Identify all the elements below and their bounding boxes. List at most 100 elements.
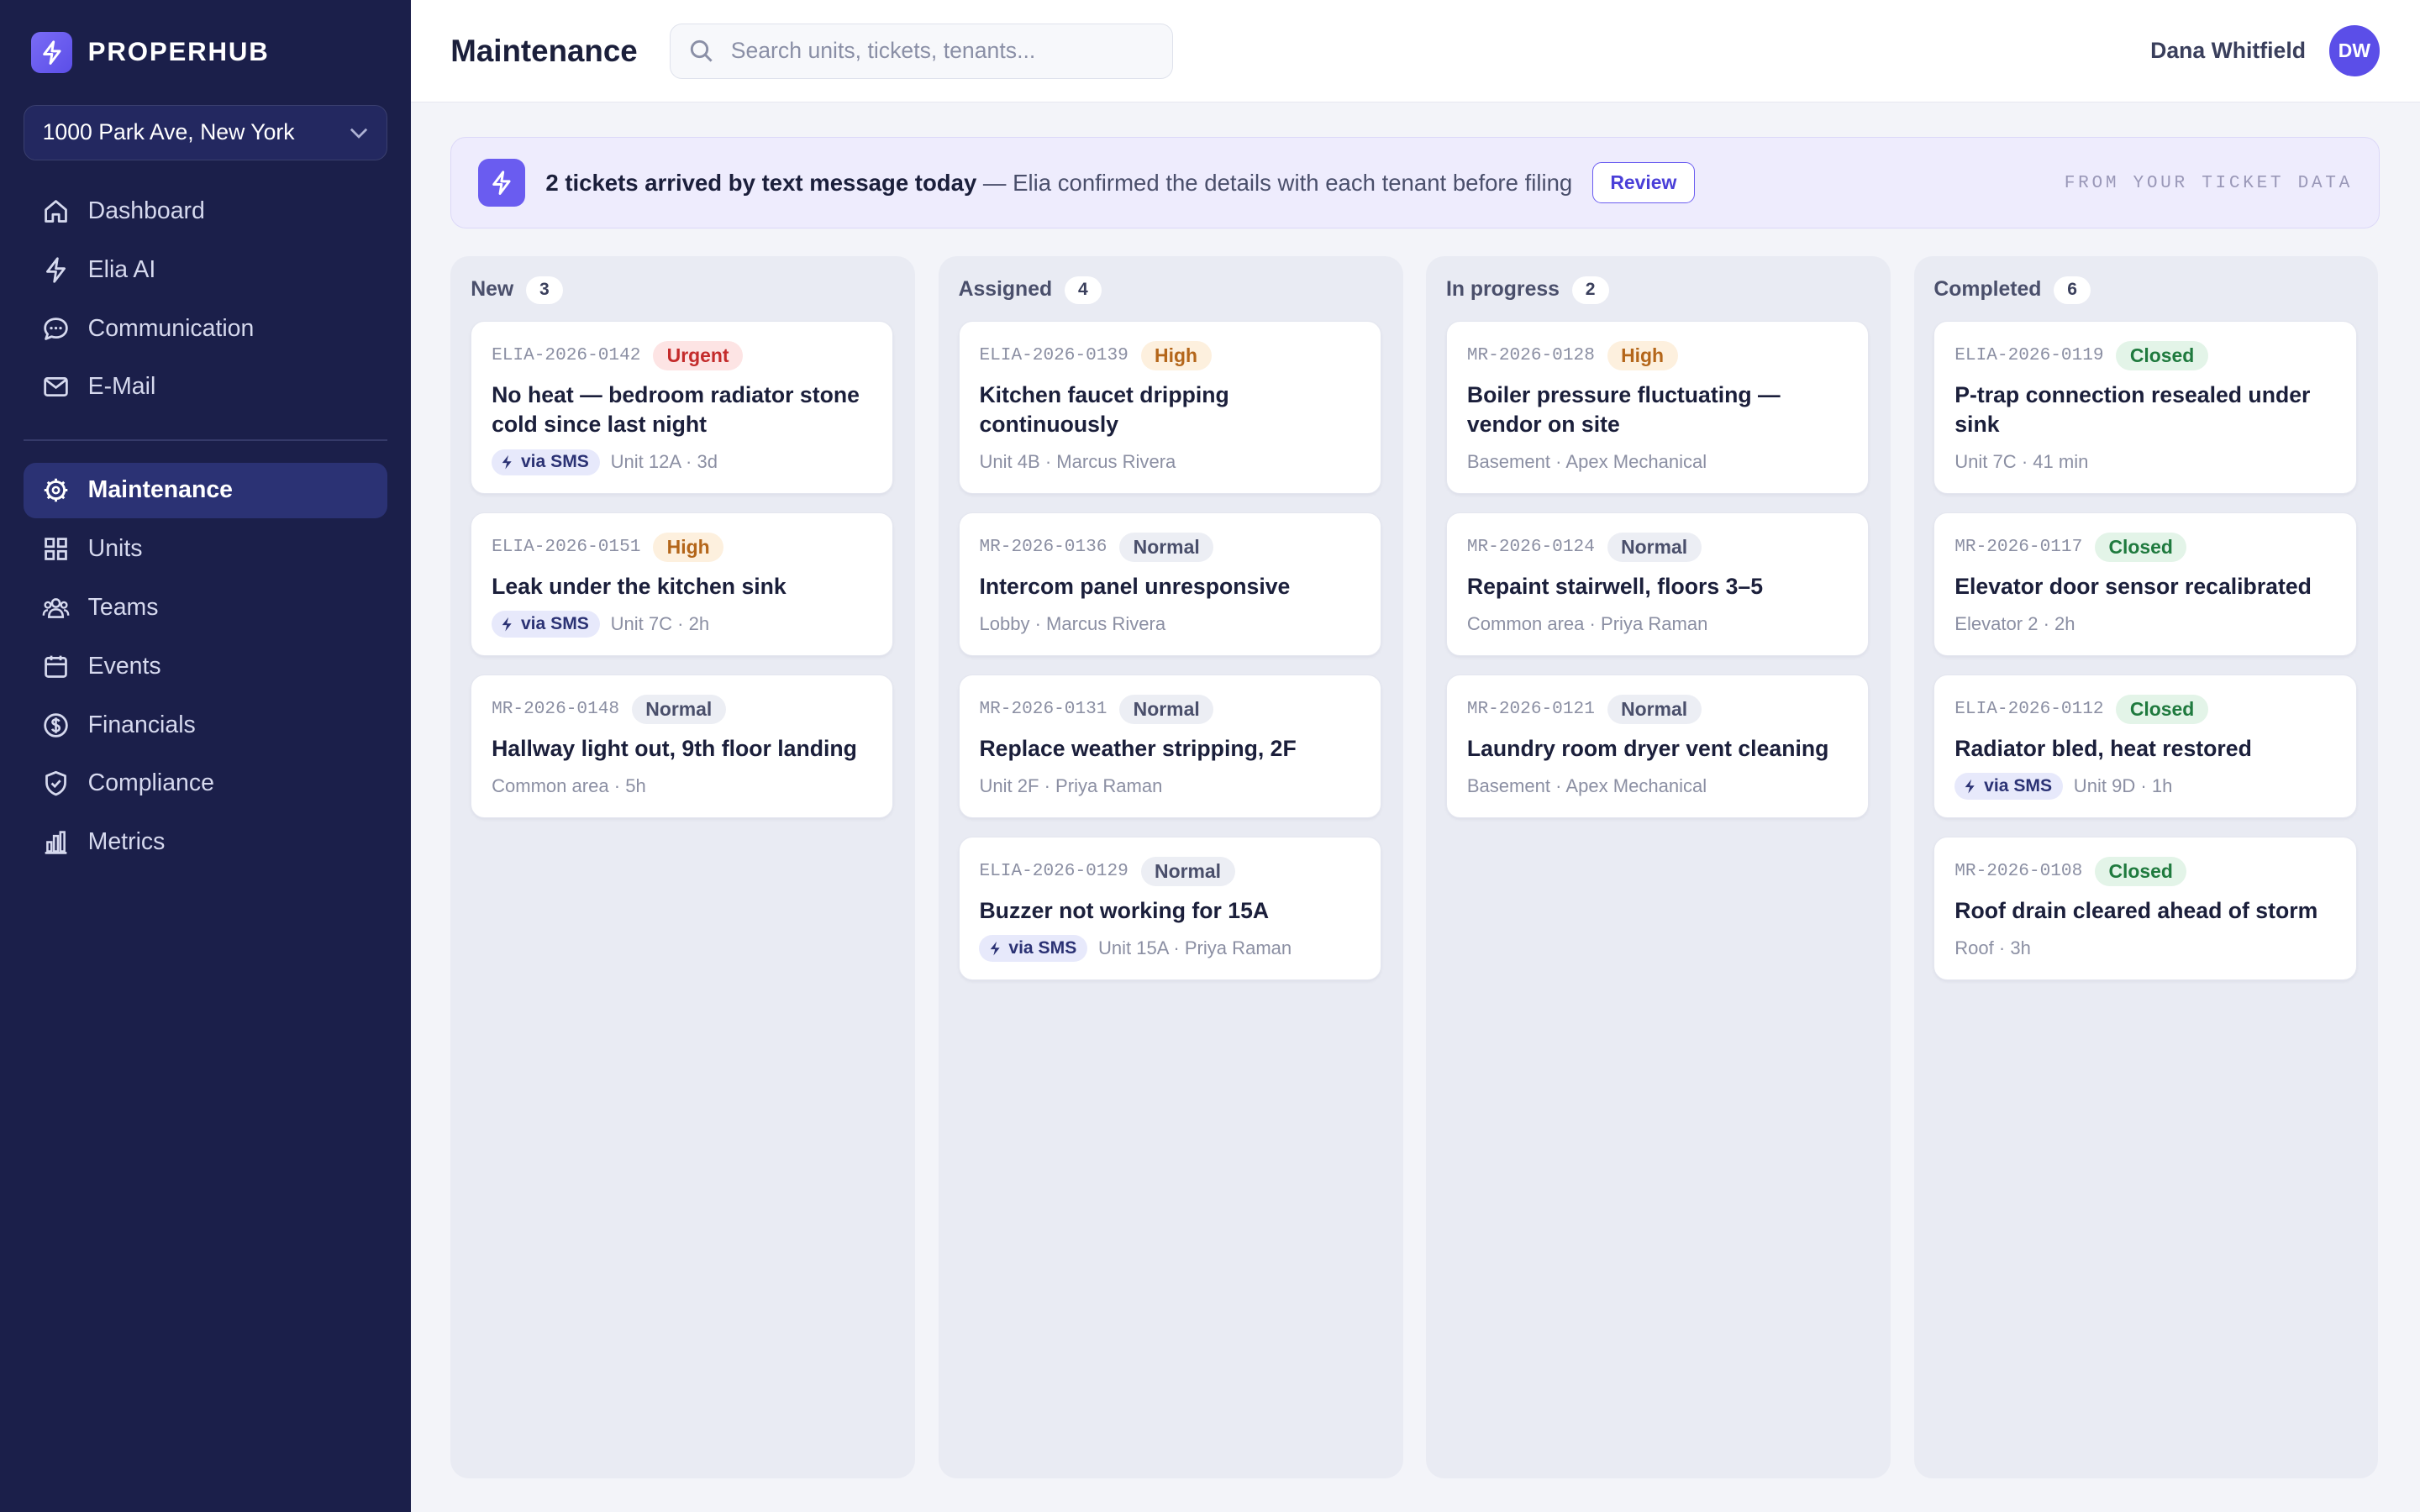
brand[interactable]: PROPERHUB bbox=[0, 0, 411, 76]
ticket-title: Laundry room dryer vent cleaning bbox=[1466, 735, 1829, 761]
column-assigned: Assigned 4 ELIA-2026-0139 High Kitchen fa… bbox=[938, 255, 1403, 1478]
ticket-id: MR-2026-0128 bbox=[1466, 345, 1595, 366]
ticket-id: MR-2026-0124 bbox=[1466, 537, 1595, 558]
ticket-id: ELIA-2026-0151 bbox=[492, 537, 641, 558]
dollar-icon bbox=[43, 712, 68, 738]
sidebar-item-label: Dashboard bbox=[87, 197, 205, 225]
sms-badge: via SMS bbox=[1954, 773, 2063, 800]
mail-icon bbox=[43, 377, 68, 397]
bolt-logo-icon bbox=[30, 31, 73, 74]
sidebar-item-label: E-Mail bbox=[87, 373, 156, 401]
ticket-card[interactable]: MR-2026-0117 Closed Elevator door sensor … bbox=[1933, 512, 2357, 656]
priority-badge: High bbox=[653, 532, 724, 562]
sidebar-item-units[interactable]: Units bbox=[24, 522, 387, 577]
column-count: 2 bbox=[1571, 276, 1609, 304]
ticket-id: MR-2026-0117 bbox=[1954, 537, 2083, 558]
sidebar-item-email[interactable]: E-Mail bbox=[24, 360, 387, 415]
column-header: Assigned 4 bbox=[939, 256, 1403, 306]
column-title: Completed bbox=[1933, 278, 2042, 302]
search-input[interactable] bbox=[728, 36, 1135, 66]
users-icon bbox=[42, 598, 69, 618]
ticket-id: MR-2026-0148 bbox=[492, 699, 620, 720]
ticket-id: MR-2026-0121 bbox=[1466, 699, 1595, 720]
priority-badge: High bbox=[1140, 340, 1212, 370]
priority-badge: High bbox=[1607, 340, 1678, 370]
search-box[interactable] bbox=[670, 23, 1173, 79]
ticket-card[interactable]: MR-2026-0136 Normal Intercom panel unresp… bbox=[958, 512, 1381, 656]
sms-label: via SMS bbox=[520, 614, 589, 634]
priority-badge: Normal bbox=[1119, 694, 1214, 724]
ticket-meta: Unit 7C · 41 min bbox=[1954, 451, 2089, 473]
user-menu[interactable]: Dana Whitfield DW bbox=[2150, 25, 2381, 76]
sidebar-item-label: Units bbox=[87, 535, 143, 563]
ticket-title: Elevator door sensor recalibrated bbox=[1954, 573, 2312, 599]
ticket-meta: Common area · 5h bbox=[492, 775, 646, 797]
sidebar-item-maintenance[interactable]: Maintenance bbox=[23, 462, 387, 518]
ticket-card[interactable]: MR-2026-0128 High Boiler pressure fluctua… bbox=[1445, 321, 1870, 494]
ticket-card[interactable]: MR-2026-0108 Closed Roof drain cleared ah… bbox=[1933, 836, 2357, 980]
calendar-icon bbox=[44, 655, 67, 678]
bolt-icon bbox=[502, 454, 512, 470]
sidebar-item-elia-ai[interactable]: Elia AI bbox=[24, 242, 387, 297]
property-selector-value: 1000 Park Ave, New York bbox=[42, 119, 295, 145]
sidebar-item-communication[interactable]: Communication bbox=[24, 301, 387, 356]
card-list: MR-2026-0128 High Boiler pressure fluctua… bbox=[1445, 321, 1870, 837]
ticket-title: Kitchen faucet dripping continuously bbox=[979, 381, 1229, 437]
banner-message: 2 tickets arrived by text message today … bbox=[545, 170, 1572, 197]
sidebar-item-label: Teams bbox=[87, 594, 159, 621]
avatar[interactable]: DW bbox=[2328, 25, 2381, 76]
sidebar-item-teams[interactable]: Teams bbox=[24, 580, 387, 635]
bolt-icon bbox=[502, 617, 512, 632]
ticket-card[interactable]: ELIA-2026-0139 High Kitchen faucet drippi… bbox=[958, 321, 1381, 494]
ticket-id: ELIA-2026-0142 bbox=[492, 345, 641, 366]
ticket-card[interactable]: ELIA-2026-0129 Normal Buzzer not working … bbox=[958, 836, 1381, 980]
ticket-meta: Basement · Apex Mechanical bbox=[1466, 451, 1707, 473]
ticket-id: ELIA-2026-0112 bbox=[1954, 699, 2104, 720]
ticket-card[interactable]: MR-2026-0121 Normal Laundry room dryer ve… bbox=[1445, 674, 1870, 818]
ticket-card[interactable]: MR-2026-0148 Normal Hallway light out, 9t… bbox=[471, 674, 894, 818]
primary-nav: Dashboard Elia AI Communication E-Mail M… bbox=[0, 184, 411, 870]
sms-badge: via SMS bbox=[979, 935, 1088, 962]
sidebar: PROPERHUB 1000 Park Ave, New York Dashbo… bbox=[0, 0, 411, 1512]
ticket-id: MR-2026-0136 bbox=[979, 537, 1107, 558]
ticket-card[interactable]: ELIA-2026-0142 Urgent No heat — bedroom r… bbox=[471, 321, 894, 494]
sidebar-item-dashboard[interactable]: Dashboard bbox=[24, 184, 387, 239]
sidebar-item-label: Compliance bbox=[87, 769, 214, 797]
ticket-title: Repaint stairwell, floors 3–5 bbox=[1466, 573, 1764, 599]
priority-badge: Urgent bbox=[653, 340, 744, 370]
property-selector[interactable]: 1000 Park Ave, New York bbox=[23, 104, 387, 160]
ticket-title: No heat — bedroom radiator stone cold si… bbox=[492, 381, 860, 437]
ticket-id: ELIA-2026-0119 bbox=[1954, 345, 2104, 366]
ticket-card[interactable]: ELIA-2026-0151 High Leak under the kitche… bbox=[471, 512, 894, 656]
column-header: New 3 bbox=[450, 256, 915, 306]
ticket-title: Radiator bled, heat restored bbox=[1954, 735, 2252, 761]
ticket-card[interactable]: MR-2026-0124 Normal Repaint stairwell, fl… bbox=[1445, 512, 1870, 656]
gear-icon bbox=[44, 479, 67, 502]
ticket-title: Buzzer not working for 15A bbox=[979, 897, 1270, 923]
chat-icon bbox=[43, 317, 68, 340]
ticket-card[interactable]: MR-2026-0131 Normal Replace weather strip… bbox=[958, 674, 1381, 818]
ticket-card[interactable]: ELIA-2026-0112 Closed Radiator bled, heat… bbox=[1933, 674, 2357, 818]
sidebar-item-metrics[interactable]: Metrics bbox=[24, 815, 387, 870]
sms-badge: via SMS bbox=[492, 611, 600, 638]
sidebar-item-financials[interactable]: Financials bbox=[24, 697, 387, 753]
grid-icon bbox=[44, 538, 67, 561]
sidebar-item-label: Maintenance bbox=[87, 476, 234, 504]
ticket-meta: Lobby · Marcus Rivera bbox=[979, 613, 1166, 635]
ticket-id: ELIA-2026-0139 bbox=[979, 345, 1128, 366]
sidebar-item-events[interactable]: Events bbox=[24, 638, 387, 694]
review-button[interactable]: Review bbox=[1592, 161, 1695, 204]
banner-source-tag: FROM YOUR TICKET DATA bbox=[2064, 172, 2353, 193]
ticket-id: MR-2026-0131 bbox=[979, 699, 1107, 720]
search-icon bbox=[690, 39, 713, 62]
ticket-meta: Unit 12A · 3d bbox=[610, 451, 718, 473]
ticket-card[interactable]: ELIA-2026-0119 Closed P-trap connection r… bbox=[1933, 321, 2357, 494]
priority-badge: Normal bbox=[1140, 856, 1235, 886]
sms-label: via SMS bbox=[1984, 776, 2053, 796]
status-badge: Closed bbox=[2094, 532, 2187, 562]
page-title: Maintenance bbox=[450, 33, 638, 68]
sidebar-item-compliance[interactable]: Compliance bbox=[24, 756, 387, 811]
priority-badge: Normal bbox=[1119, 532, 1214, 562]
ticket-id: MR-2026-0108 bbox=[1954, 861, 2083, 882]
card-list: ELIA-2026-0142 Urgent No heat — bedroom r… bbox=[471, 321, 894, 837]
